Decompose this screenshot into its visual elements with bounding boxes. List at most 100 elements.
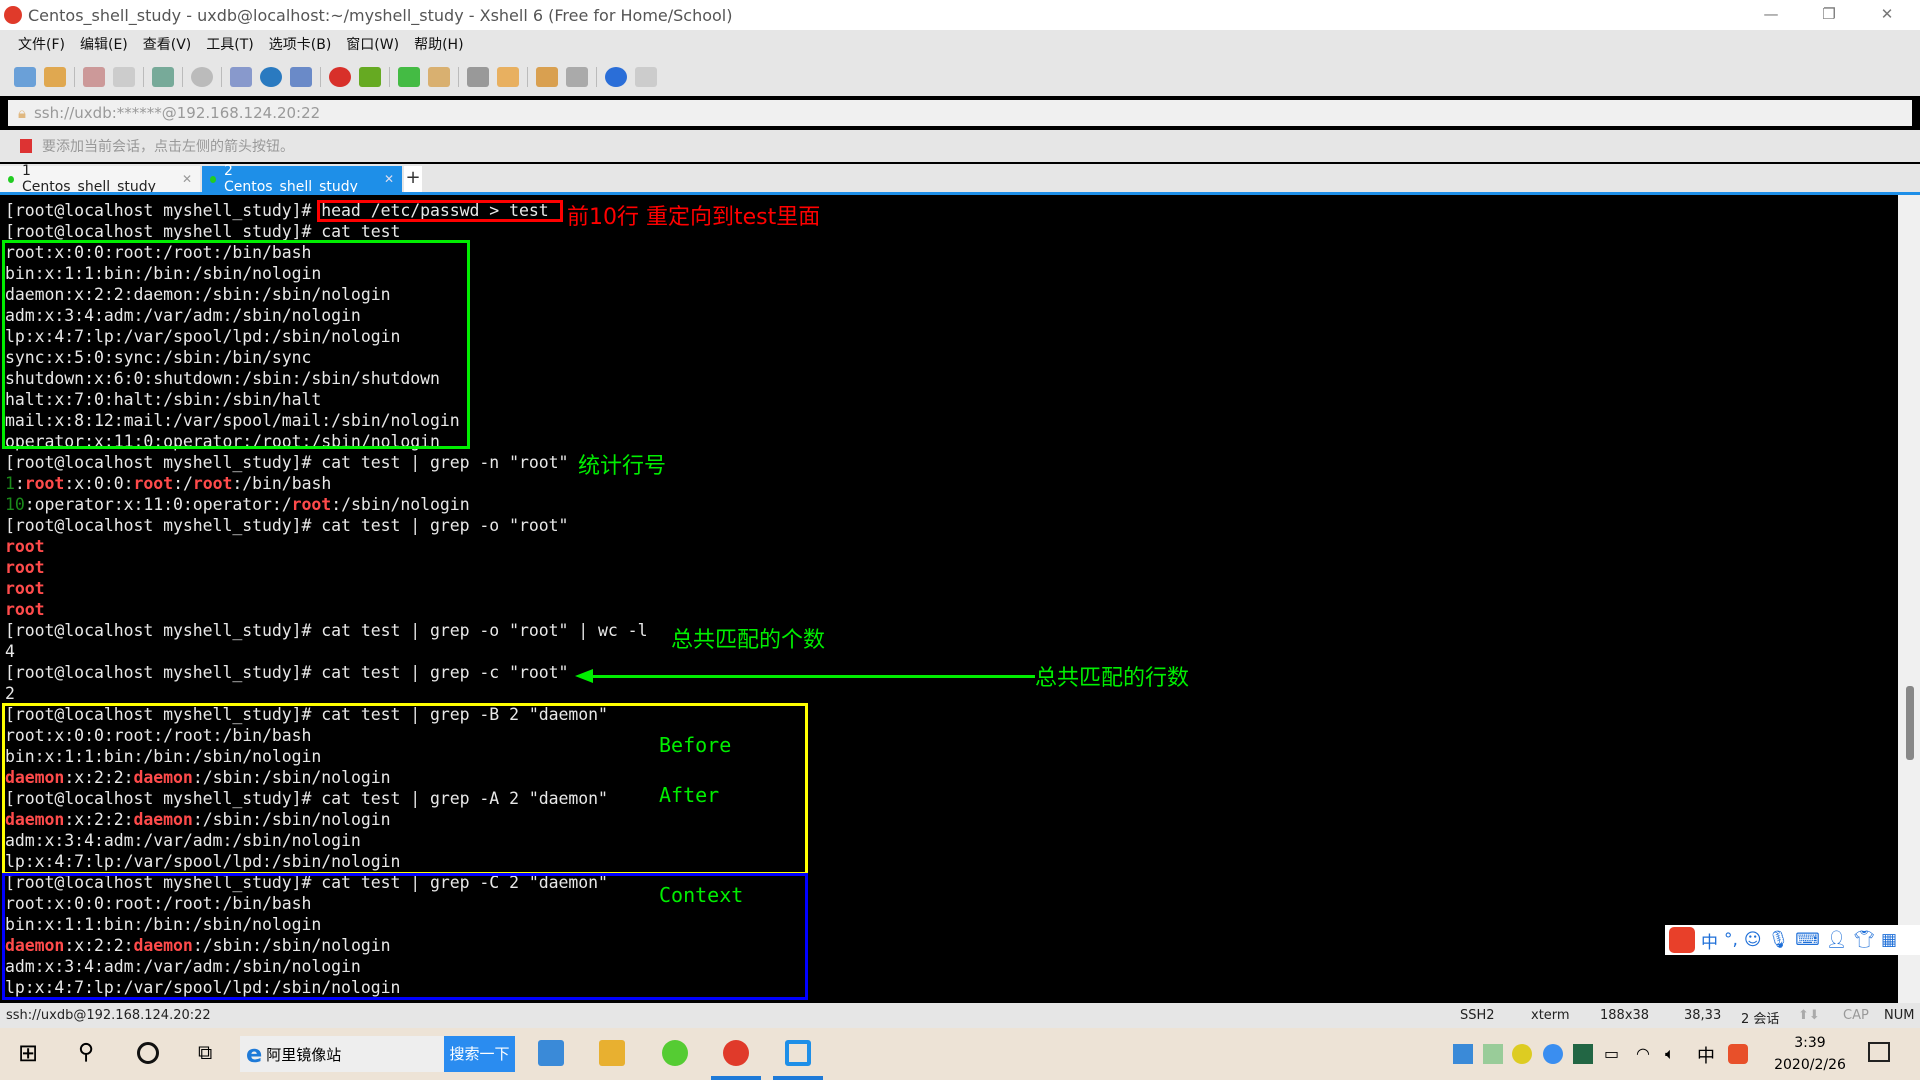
menu-file[interactable]: 文件(F) <box>18 34 65 54</box>
search-icon[interactable]: ⚲ <box>78 1040 104 1066</box>
match-highlight: root <box>5 558 45 577</box>
annotation-line-numbers: 统计行号 <box>578 454 667 479</box>
tray-feishu-icon[interactable] <box>1543 1044 1563 1064</box>
nvidia-icon[interactable] <box>1573 1044 1593 1064</box>
new-session-icon[interactable] <box>14 67 36 87</box>
tab-session-2[interactable]: 2 Centos_shell_study ✕ <box>202 163 402 195</box>
terminal-line: 1:root:x:0:0:root:/root:/bin/bash <box>5 473 647 494</box>
layout-icon[interactable] <box>566 67 588 87</box>
terminal-scrollbar[interactable] <box>1898 195 1920 1003</box>
match-highlight: root <box>192 474 233 493</box>
menu-view[interactable]: 查看(V) <box>143 34 192 54</box>
arrows-icon[interactable]: ⬆⬇ <box>1798 1008 1820 1023</box>
cortana-icon[interactable] <box>137 1042 159 1064</box>
annotation-context: Context <box>659 883 744 907</box>
grid-icon[interactable]: ▦ <box>1881 930 1897 950</box>
keyboard-icon[interactable] <box>467 67 489 87</box>
sogou-logo-icon <box>1669 927 1695 953</box>
address-text: ssh://uxdb:******@192.168.124.20:22 <box>33 104 321 122</box>
scrollbar-thumb[interactable] <box>1906 686 1914 760</box>
bookmark-icon[interactable] <box>20 139 32 153</box>
arrow-head-icon <box>575 669 593 683</box>
ie-icon: e <box>246 1040 263 1068</box>
menu-help[interactable]: 帮助(H) <box>414 34 463 54</box>
xshell-taskbar-icon[interactable] <box>723 1040 749 1066</box>
new-tab-button[interactable]: + <box>404 166 422 192</box>
disconnect-icon[interactable] <box>83 67 105 87</box>
fullscreen-icon[interactable] <box>398 67 420 87</box>
clock-date: 2020/2/26 <box>1774 1057 1846 1073</box>
volume-icon[interactable]: 🔈︎ <box>1665 1044 1691 1070</box>
terminal-line: [root@localhost myshell_study]# cat test… <box>5 662 647 683</box>
vmware-icon[interactable] <box>785 1040 811 1066</box>
font-icon[interactable] <box>290 67 312 87</box>
terminal[interactable]: [root@localhost myshell_study]# head /et… <box>0 195 1898 1003</box>
close-button[interactable]: ✕ <box>1864 0 1910 30</box>
chat-icon[interactable] <box>635 67 657 87</box>
emoji-icon[interactable]: ☺ <box>1744 930 1762 950</box>
sogou-ime-toolbar[interactable]: 中 °, ☺ 🎙︎ ⌨ 👤︎ 👕︎ ▦ <box>1665 925 1920 955</box>
browser-search-box[interactable]: e 阿里镜像站 <box>240 1036 444 1072</box>
ime-language[interactable]: 中 <box>1701 928 1718 953</box>
status-protocol: SSH2 <box>1460 1008 1495 1023</box>
status-sessions: 2 会话 <box>1741 1012 1780 1027</box>
session-hint-bar: 要添加当前会话，点击左侧的箭头按钮。 <box>0 130 1920 162</box>
status-connection: ssh://uxdb@192.168.124.20:22 <box>6 1008 211 1023</box>
mic-icon[interactable]: 🎙︎ <box>1768 930 1790 950</box>
tab-session-1[interactable]: 1 Centos_shell_study ✕ <box>0 163 200 195</box>
restore-button[interactable]: ❐ <box>1806 0 1852 30</box>
keyboard-icon[interactable]: ⌨ <box>1795 930 1820 950</box>
wifi-icon[interactable]: ◠ <box>1636 1044 1662 1070</box>
terminal-text: [root@localhost myshell_study]# cat test <box>5 222 401 241</box>
battery-icon[interactable]: ▭ <box>1604 1044 1630 1070</box>
find-icon[interactable] <box>191 67 213 87</box>
tray-connect-icon[interactable] <box>1483 1044 1503 1064</box>
notification-icon[interactable] <box>1868 1042 1890 1062</box>
menu-window[interactable]: 窗口(W) <box>346 34 399 54</box>
open-folder-icon[interactable] <box>44 67 66 87</box>
file-explorer-icon[interactable] <box>599 1040 625 1066</box>
line-number: 10 <box>5 495 25 514</box>
transfer-icon[interactable] <box>230 67 252 87</box>
toolbar <box>0 58 1920 96</box>
windows-start-icon[interactable]: ⊞ <box>18 1040 44 1066</box>
minimize-button[interactable]: — <box>1748 0 1794 30</box>
annotation-line-count: 总共匹配的行数 <box>1035 666 1190 691</box>
menu-bar: 文件(F) 编辑(E) 查看(V) 工具(T) 选项卡(B) 窗口(W) 帮助(… <box>0 30 1920 58</box>
sogou-tray-icon[interactable] <box>1728 1044 1748 1064</box>
address-bar[interactable]: 🔒︎ ssh://uxdb:******@192.168.124.20:22 <box>8 100 1912 126</box>
skin-icon[interactable]: 👕︎ <box>1853 930 1875 950</box>
reconnect-icon[interactable] <box>113 67 135 87</box>
tray-app-icon[interactable] <box>1453 1044 1473 1064</box>
close-tab-icon[interactable]: ✕ <box>182 172 192 186</box>
close-tab-icon[interactable]: ✕ <box>384 172 394 186</box>
globe-icon[interactable] <box>260 67 282 87</box>
clock[interactable]: 3:39 2020/2/26 <box>1770 1032 1850 1076</box>
help-icon[interactable] <box>605 67 627 87</box>
tray-360-icon[interactable] <box>1512 1044 1532 1064</box>
browser-icon[interactable] <box>662 1040 688 1066</box>
properties-icon[interactable] <box>152 67 174 87</box>
menu-edit[interactable]: 编辑(E) <box>80 34 128 54</box>
app-icon[interactable] <box>538 1040 564 1066</box>
menu-tools[interactable]: 工具(T) <box>206 34 253 54</box>
status-bar: ssh://uxdb@192.168.124.20:22 SSH2 xterm … <box>0 1003 1920 1028</box>
terminal-text: :/sbin/nologin <box>331 495 470 514</box>
punctuation-icon[interactable]: °, <box>1724 930 1738 950</box>
match-highlight: root <box>291 495 332 514</box>
add-folder-icon[interactable] <box>536 67 558 87</box>
search-button[interactable]: 搜索一下 <box>444 1036 515 1072</box>
terminal-text: :/ <box>173 474 193 493</box>
lock-icon[interactable] <box>428 67 450 87</box>
task-view-icon[interactable]: ⧉ <box>198 1040 224 1066</box>
tab-label: 1 Centos_shell_study <box>21 163 156 195</box>
ime-indicator-icon[interactable]: 中 <box>1697 1042 1723 1068</box>
user-icon[interactable]: 👤︎ <box>1826 930 1848 950</box>
terminal-text: :x:0:0: <box>64 474 134 493</box>
line-number: 1 <box>5 474 15 493</box>
xshell-icon[interactable] <box>329 67 351 87</box>
highlight-icon[interactable] <box>497 67 519 87</box>
xftp-icon[interactable] <box>359 67 381 87</box>
match-highlight: root <box>5 600 45 619</box>
menu-tabs[interactable]: 选项卡(B) <box>269 34 332 54</box>
